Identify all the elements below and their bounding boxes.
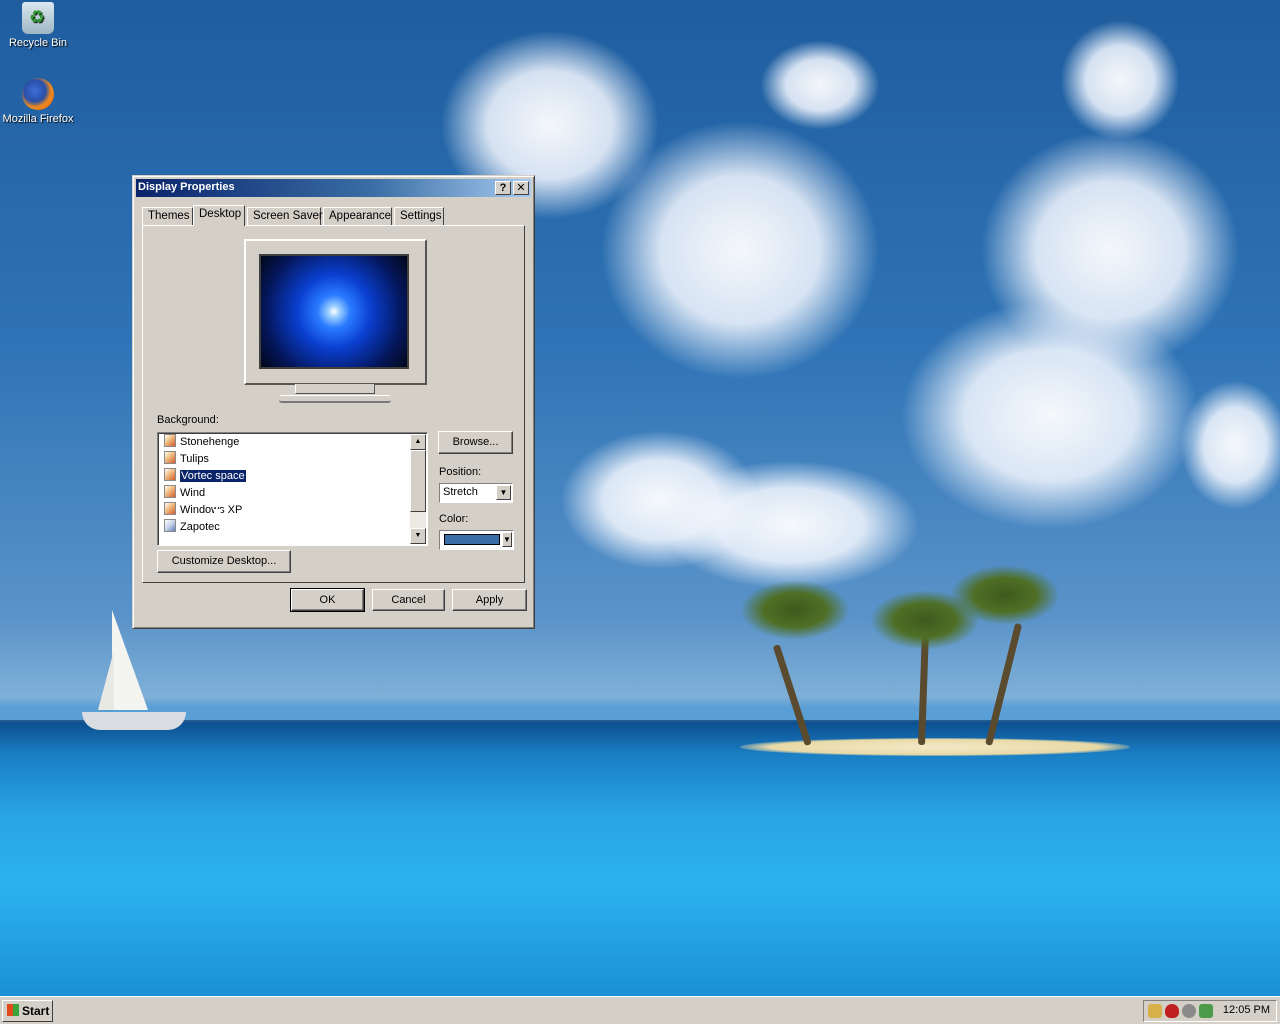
color-picker[interactable]: ▼ bbox=[439, 530, 514, 550]
desktop-icon-firefox[interactable]: Mozilla Firefox bbox=[0, 78, 76, 125]
list-item[interactable]: Wind bbox=[164, 485, 205, 502]
apply-button[interactable]: Apply bbox=[452, 589, 527, 611]
wallpaper-preview bbox=[259, 254, 409, 369]
position-label: Position: bbox=[439, 466, 482, 478]
position-select[interactable]: Stretch ▼ bbox=[439, 483, 513, 503]
desktop-tab-panel: Background: Stonehenge Tulips Vortec spa… bbox=[142, 225, 525, 583]
mouse-cursor-icon bbox=[214, 509, 223, 523]
customize-desktop-button[interactable]: Customize Desktop... bbox=[157, 550, 291, 573]
taskbar: Start 12:05 PM bbox=[0, 996, 1280, 1024]
image-file-icon bbox=[164, 468, 176, 481]
update-icon[interactable] bbox=[1182, 1004, 1196, 1018]
tab-screen-saver[interactable]: Screen Saver bbox=[247, 207, 323, 225]
desktop-icon-label: Mozilla Firefox bbox=[2, 113, 74, 125]
scroll-thumb[interactable] bbox=[410, 450, 426, 512]
image-file-icon bbox=[164, 502, 176, 515]
recycle-bin-icon bbox=[22, 2, 54, 34]
shield-icon[interactable] bbox=[1165, 1004, 1179, 1018]
cancel-button[interactable]: Cancel bbox=[372, 589, 445, 611]
list-item-selected[interactable]: Vortec space bbox=[164, 468, 247, 485]
vertical-scrollbar[interactable]: ▲ ▼ bbox=[410, 434, 426, 544]
start-label: Start bbox=[22, 1004, 50, 1018]
scroll-down-icon[interactable]: ▼ bbox=[410, 528, 426, 544]
list-item[interactable]: Tulips bbox=[164, 451, 209, 468]
start-button[interactable]: Start bbox=[2, 1000, 53, 1022]
desktop-icon-label: Recycle Bin bbox=[8, 37, 68, 49]
background-label: Background: bbox=[157, 414, 219, 426]
display-properties-window: Display Properties ? ✕ Themes Desktop Sc… bbox=[132, 175, 535, 629]
monitor-stand bbox=[295, 384, 375, 394]
help-button[interactable]: ? bbox=[495, 181, 511, 195]
monitor-preview bbox=[244, 239, 427, 385]
position-value: Stretch bbox=[443, 486, 478, 498]
tab-themes[interactable]: Themes bbox=[142, 207, 193, 225]
background-listbox[interactable]: Stonehenge Tulips Vortec space Wind Wind… bbox=[157, 432, 428, 546]
ok-button[interactable]: OK bbox=[290, 588, 365, 612]
clock: 12:05 PM bbox=[1222, 1004, 1270, 1016]
window-title: Display Properties bbox=[138, 181, 235, 193]
list-item[interactable]: Zapotec bbox=[164, 519, 220, 536]
chevron-down-icon[interactable]: ▼ bbox=[502, 532, 512, 547]
sea bbox=[0, 722, 1280, 996]
chevron-down-icon[interactable]: ▼ bbox=[496, 485, 511, 500]
list-item[interactable]: Stonehenge bbox=[164, 434, 239, 451]
html-file-icon bbox=[164, 519, 176, 532]
list-item[interactable]: Windows XP bbox=[164, 502, 242, 519]
title-bar[interactable]: Display Properties ? ✕ bbox=[136, 179, 531, 197]
tab-desktop[interactable]: Desktop bbox=[193, 205, 245, 226]
tab-settings[interactable]: Settings bbox=[394, 207, 444, 225]
browse-button[interactable]: Browse... bbox=[438, 431, 513, 454]
firefox-icon bbox=[22, 78, 54, 110]
island bbox=[740, 738, 1130, 756]
image-file-icon bbox=[164, 451, 176, 464]
tab-appearance[interactable]: Appearance bbox=[323, 207, 392, 225]
color-label: Color: bbox=[439, 513, 469, 525]
network-icon[interactable] bbox=[1199, 1004, 1213, 1018]
image-file-icon bbox=[164, 485, 176, 498]
image-file-icon bbox=[164, 434, 176, 447]
windows-logo-icon bbox=[7, 1004, 19, 1016]
desktop-icon-recycle-bin[interactable]: Recycle Bin bbox=[0, 2, 76, 49]
color-swatch bbox=[444, 534, 500, 545]
monitor-base bbox=[279, 395, 391, 403]
close-button[interactable]: ✕ bbox=[513, 181, 529, 195]
security-icon[interactable] bbox=[1148, 1004, 1162, 1018]
system-tray: 12:05 PM bbox=[1143, 1000, 1277, 1022]
scroll-up-icon[interactable]: ▲ bbox=[410, 434, 426, 450]
